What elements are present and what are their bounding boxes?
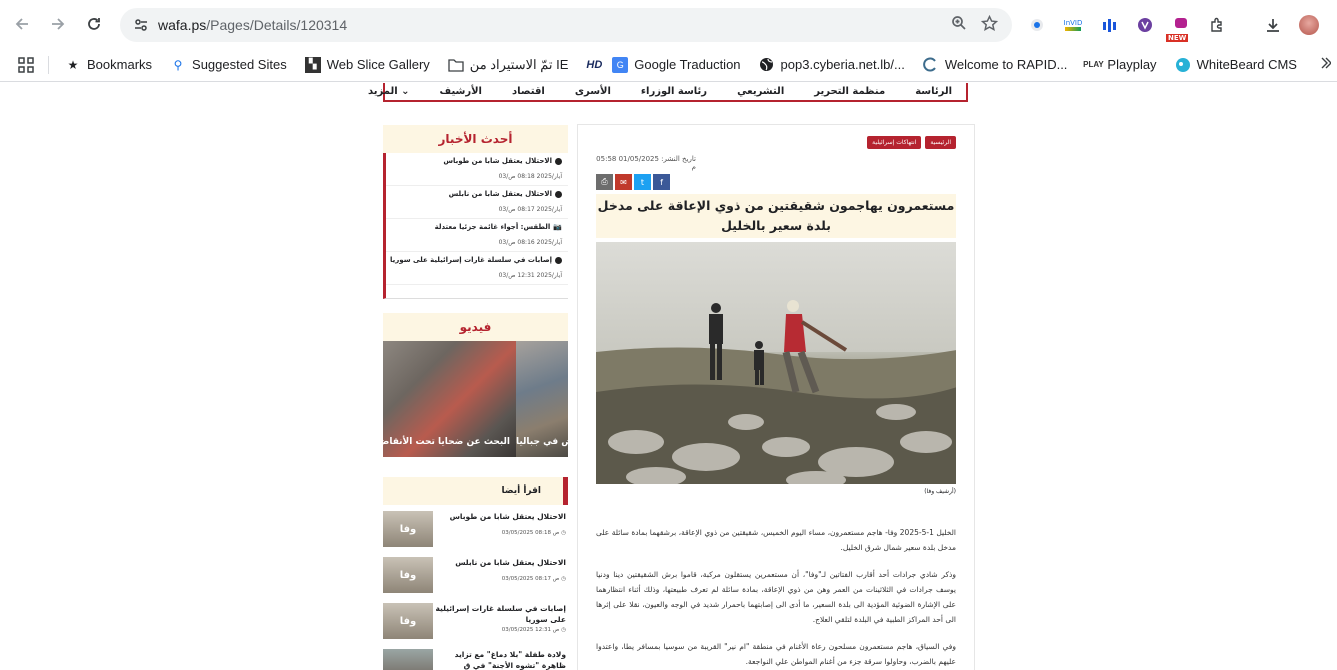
bookmark-suggested-sites[interactable]: ⚲ Suggested Sites (170, 57, 287, 73)
folder-icon (448, 57, 464, 73)
twitter-icon[interactable]: t (634, 174, 651, 190)
bookmark-rapid[interactable]: Welcome to RAPID... (923, 57, 1067, 73)
article-title: مستعمرون يهاجمون شقيقتين من ذوي الإعاقة … (596, 194, 956, 238)
bullet-icon (555, 157, 562, 165)
playplay-icon: PLAY (1083, 60, 1104, 69)
nav-presidency[interactable]: الرئاسة (915, 86, 952, 97)
sidebar: أحدث الأخبار الاحتلال يعتقل شابا من طوبا… (383, 125, 568, 670)
list-item[interactable]: الاحتلال يعتقل شابا من نابلس 03/05/2025 0… (383, 557, 568, 597)
translate-icon: G (612, 56, 629, 73)
clock-icon: ◷ (561, 576, 566, 582)
list-item[interactable]: الاحتلال يعتقل شابا من نابلس 03/آيار/202… (386, 186, 568, 219)
thumbnail[interactable]: وفا (383, 603, 433, 639)
thumbnail[interactable]: وفا (383, 557, 433, 593)
paragraph: وفي السياق، هاجم مستعمرون مسلحون رعاة ال… (596, 642, 956, 666)
address-bar[interactable]: wafa.ps/Pages/Details/120314 (120, 8, 1012, 42)
invid-extension-icon[interactable]: InVID (1060, 12, 1086, 38)
zoom-icon[interactable] (951, 15, 967, 35)
globe-icon (759, 57, 775, 73)
list-item[interactable]: إصابات في سلسلة غارات إسرائيلية على سوري… (383, 603, 568, 643)
web-page: الرئاسة منظمة التحرير التشريعي رئاسة الو… (0, 83, 1337, 670)
bullet-icon (555, 256, 562, 264)
nav-archive[interactable]: الأرشيف (440, 86, 482, 97)
chevron-down-icon: ⌄ (401, 86, 410, 97)
list-item[interactable]: ولادة طفلة "بلا دماغ" مع تزايد ظاهرة "تش… (383, 649, 568, 670)
bookmark-ie-import[interactable]: تمّ الاستيراد من IE (448, 57, 568, 73)
browser-toolbar: wafa.ps/Pages/Details/120314 InVID NEW (0, 0, 1337, 48)
tag-israeli-violations[interactable]: انتهاكات إسرائيلية (867, 136, 922, 149)
new-extension-icon[interactable]: NEW (1166, 12, 1194, 42)
clock-icon: ◷ (561, 530, 566, 536)
search-icon: ⚲ (173, 57, 183, 72)
extensions-puzzle-icon[interactable] (1204, 12, 1230, 38)
nav-more[interactable]: المزيد ⌄ (368, 86, 410, 97)
chevron-right-icon[interactable] (1319, 56, 1332, 73)
latest-news-list[interactable]: الاحتلال يعتقل شابا من طوباس 03/آيار/202… (383, 153, 568, 299)
read-also-heading: اقرأ أيضا (383, 477, 568, 505)
download-icon[interactable] (1260, 12, 1286, 38)
vpn-extension-icon[interactable] (1132, 12, 1158, 38)
print-icon[interactable]: ⎙ (596, 174, 613, 190)
photo-credit: (أرشيف وفا) (924, 488, 956, 495)
nav-economy[interactable]: اقتصاد (512, 86, 545, 97)
photo-scene (596, 242, 956, 484)
bookmark-hd[interactable]: HD (586, 57, 602, 73)
bullet-icon (555, 190, 562, 198)
forward-icon[interactable] (44, 10, 72, 38)
video-thumbnail[interactable]: اض في جباليا (516, 341, 568, 457)
hd-icon: HD (586, 58, 603, 71)
whitebeard-icon (1175, 57, 1191, 73)
nav-prisoners[interactable]: الأسرى (575, 86, 611, 97)
url-text: wafa.ps/Pages/Details/120314 (158, 17, 348, 33)
email-icon[interactable]: ✉ (615, 174, 632, 190)
publish-date: تاريخ النشر: 01/05/2025 05:58 م (596, 155, 696, 171)
profile-avatar[interactable] (1296, 12, 1322, 38)
latest-news-heading: أحدث الأخبار (383, 125, 568, 153)
bookmarks-bar: ★ Bookmarks ⚲ Suggested Sites ▚ Web Slice G… (0, 48, 1337, 82)
list-item[interactable]: الاحتلال يعتقل شابا من طوباس 03/آيار/202… (386, 153, 568, 186)
back-icon[interactable] (8, 10, 36, 38)
thumbnail[interactable]: وفا (383, 511, 433, 547)
nav-plo[interactable]: منظمة التحرير (814, 86, 885, 97)
paragraph: الخليل 1-5-2025 وفا- هاجم مستعمرون، مساء… (596, 528, 956, 552)
bookmark-whitebeard[interactable]: WhiteBeard CMS (1175, 57, 1297, 73)
list-item[interactable]: الاحتلال يعتقل شابا من طوباس 03/05/2025 0… (383, 511, 568, 551)
article: الرئيسية انتهاكات إسرائيلية تاريخ النشر:… (577, 124, 975, 670)
category-tags: الرئيسية انتهاكات إسرائيلية (596, 136, 956, 149)
paragraph: وذكر شادي جرادات أحد أقارب الفتاتين لـ"و… (596, 570, 956, 624)
web-slice-icon: ▚ (304, 56, 321, 73)
camera-icon: 📷 (553, 223, 562, 231)
scrollbar-thumb[interactable] (383, 153, 386, 169)
bookmark-pop3[interactable]: pop3.cyberia.net.lb/... (759, 57, 905, 73)
site-navigation: الرئاسة منظمة التحرير التشريعي رئاسة الو… (368, 83, 968, 102)
bookmark-google-traduction[interactable]: G Google Traduction (612, 56, 741, 73)
site-info-icon[interactable] (130, 14, 152, 36)
read-also-section: اقرأ أيضا الاحتلال يعتقل شابا من طوباس 03… (383, 477, 568, 670)
video-carousel[interactable]: البحث عن ضحايا تحت الأنقاض اض في جباليا (383, 341, 568, 457)
facebook-icon[interactable]: f (653, 174, 670, 190)
clock-icon: ◷ (561, 627, 566, 633)
nav-legislative[interactable]: التشريعي (737, 86, 784, 97)
bookmark-bookmarks[interactable]: ★ Bookmarks (65, 57, 152, 73)
audio-bars-icon[interactable] (1096, 12, 1122, 38)
bookmark-star-icon[interactable] (980, 14, 999, 36)
bookmark-web-slice-gallery[interactable]: ▚ Web Slice Gallery (304, 56, 430, 73)
video-thumbnail[interactable]: البحث عن ضحايا تحت الأنقاض (383, 341, 516, 457)
article-photo[interactable] (596, 242, 956, 484)
tag-home[interactable]: الرئيسية (925, 136, 956, 149)
article-body: الخليل 1-5-2025 وفا- هاجم مستعمرون، مساء… (596, 525, 956, 669)
apps-grid-icon[interactable] (18, 56, 34, 73)
bookmark-playplay[interactable]: PLAY Playplay (1083, 57, 1156, 73)
list-item[interactable]: 📷 الطقس: أجواء غائمة جزئيا معتدلة 03/آيار… (386, 219, 568, 252)
thumbnail[interactable] (383, 649, 433, 670)
rapid-icon (923, 57, 939, 73)
video-heading: فيديو (383, 313, 568, 341)
eye-extension-icon[interactable] (1024, 12, 1050, 38)
nav-cabinet[interactable]: رئاسة الوزراء (641, 86, 707, 97)
star-icon: ★ (67, 57, 79, 72)
list-item[interactable]: إصابات في سلسلة غارات إسرائيلية على سوري… (386, 252, 568, 285)
video-section: فيديو البحث عن ضحايا تحت الأنقاض اض في ج… (383, 313, 568, 457)
share-buttons: ⎙ ✉ t f (596, 174, 956, 190)
reload-icon[interactable] (80, 10, 108, 38)
